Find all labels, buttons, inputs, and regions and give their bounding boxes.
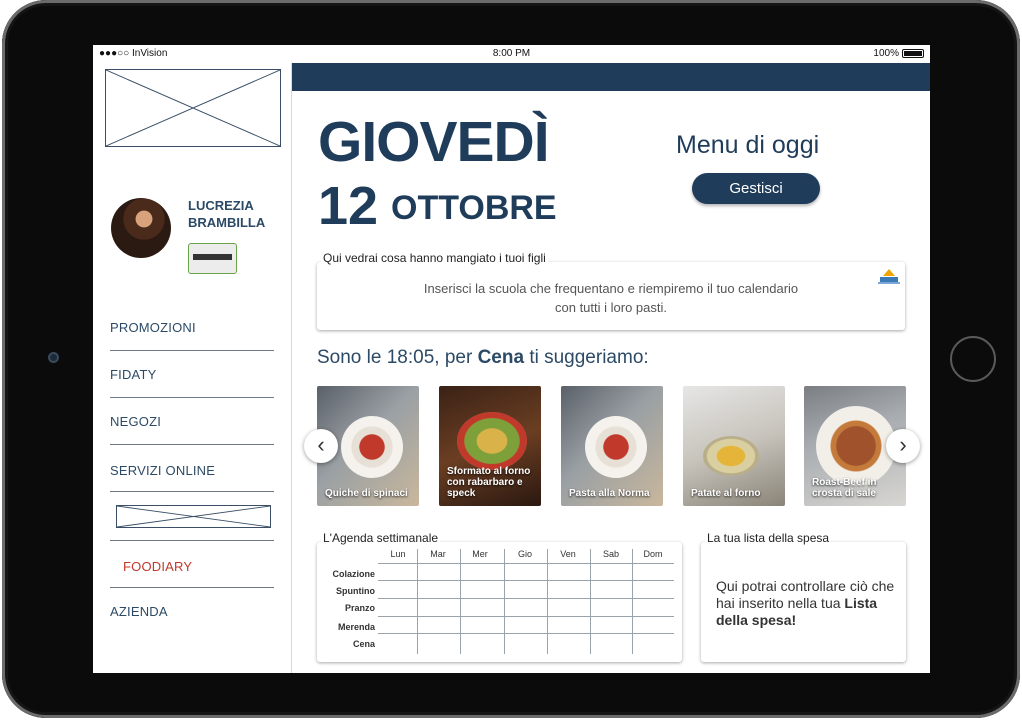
chevron-left-icon: ‹ [317, 432, 325, 457]
loyalty-card-icon[interactable] [188, 243, 237, 274]
kids-info-line1: Inserisci la scuola che frequentano e ri… [423, 281, 799, 296]
grid-line [378, 563, 674, 564]
grid-line [590, 549, 591, 654]
camera-icon [48, 352, 59, 363]
kids-info-box[interactable]: Inserisci la scuola che frequentano e ri… [317, 262, 905, 330]
sidebar-item-foodiary[interactable]: FOODIARY [123, 559, 287, 574]
grid-line [378, 598, 674, 599]
battery-percent: 100% [873, 48, 899, 59]
kids-info-line2: con tutti i loro pasti. [555, 300, 667, 315]
divider [110, 491, 274, 492]
recipe-name: Quiche di spinaci [325, 488, 408, 499]
grid-line [547, 549, 548, 654]
recipe-card[interactable]: Sformato al forno con rabarbaro e speck [439, 386, 541, 506]
divider [110, 587, 274, 588]
recipe-name: Roast-Beef in crosta di sale [812, 477, 877, 499]
agenda-meal: Spuntino [336, 586, 375, 596]
clock-label: 8:00 PM [492, 48, 531, 59]
food-photo [703, 436, 759, 476]
main-content: GIOVEDÌ 12 OTTOBRE Menu di oggi Gestisci… [292, 91, 930, 673]
food-photo [585, 416, 647, 478]
food-photo [816, 406, 896, 486]
shopping-list-box[interactable]: Qui potrai controllare ciò che hai inser… [701, 542, 906, 662]
grid-line [378, 616, 674, 617]
grid-line [417, 549, 418, 654]
sidebar-item-negozi[interactable]: NEGOZI [110, 414, 274, 429]
sidebar: LUCREZIA BRAMBILLA PROMOZIONI FIDATY NEG… [93, 63, 292, 673]
status-bar: ●●●○○ InVision 8:00 PM 100% [93, 45, 930, 63]
recipe-card[interactable]: Patate al forno [683, 386, 785, 506]
carousel-prev-button[interactable]: ‹ [304, 429, 338, 463]
suggestion-meal: Cena [477, 347, 525, 368]
home-button[interactable] [950, 336, 996, 382]
user-name: LUCREZIA BRAMBILLA [188, 198, 266, 230]
grid-line [504, 549, 505, 654]
carousel-next-button[interactable]: › [886, 429, 920, 463]
recipe-name: Sformato al forno con rabarbaro e speck [447, 466, 531, 499]
agenda-day: Gio [517, 549, 532, 559]
suggestion-text: Sono le 18:05, per Cena ti suggeriamo: [317, 347, 649, 369]
suggestion-prefix: Sono le 18:05, per [317, 347, 478, 368]
agenda-meal: Colazione [332, 569, 375, 579]
grid-line [378, 580, 674, 581]
grid-line [460, 549, 461, 654]
shopping-list-title: La tua lista della spesa [705, 531, 832, 545]
school-icon [878, 269, 900, 284]
agenda-day: Mer [472, 549, 488, 559]
divider [110, 397, 274, 398]
agenda-title: L'Agenda settimanale [321, 531, 441, 545]
sidebar-item-servizi-online[interactable]: SERVIZI ONLINE [110, 463, 274, 478]
shopping-list-text: Qui potrai controllare ciò che hai inser… [716, 578, 901, 629]
sidebar-item-promozioni[interactable]: PROMOZIONI [110, 320, 274, 335]
recipe-card[interactable]: Pasta alla Norma [561, 386, 663, 506]
agenda-meal: Cena [352, 639, 375, 649]
menu-title: Menu di oggi [676, 131, 820, 159]
recipe-name: Pasta alla Norma [569, 488, 650, 499]
battery-icon [902, 49, 924, 58]
day-title: GIOVEDÌ [318, 110, 550, 174]
top-bar [292, 63, 930, 91]
date-number: 12 [318, 176, 379, 236]
agenda-day: Ven [560, 549, 576, 559]
manage-button[interactable]: Gestisci [692, 173, 820, 204]
agenda-day: Dom [643, 549, 663, 559]
chevron-right-icon: › [899, 432, 907, 457]
banner-placeholder[interactable] [116, 505, 271, 528]
battery-indicator: 100% [873, 48, 924, 59]
sidebar-item-fidaty[interactable]: FIDATY [110, 367, 274, 382]
screen: ●●●○○ InVision 8:00 PM 100% LUCREZIA BRA… [93, 45, 930, 673]
kids-info-text: Inserisci la scuola che frequentano e ri… [317, 279, 905, 317]
logo-placeholder [105, 69, 281, 147]
grid-line [378, 633, 674, 634]
agenda-day: Lun [390, 549, 406, 559]
divider [110, 540, 274, 541]
divider [110, 350, 274, 351]
agenda-day: Sab [602, 549, 619, 559]
food-photo [341, 416, 403, 478]
suggestion-suffix: ti suggeriamo: [524, 347, 649, 368]
kids-info-label: Qui vedrai cosa hanno mangiato i tuoi fi… [321, 251, 548, 265]
sidebar-item-azienda[interactable]: AZIENDA [110, 604, 274, 619]
weekly-agenda[interactable]: Lun Mar Mer Gio Ven Sab Dom Colazione Sp… [317, 542, 682, 662]
recipe-name: Patate al forno [691, 488, 761, 499]
agenda-meal: Merenda [337, 622, 375, 632]
grid-line [632, 549, 633, 654]
avatar[interactable] [111, 198, 171, 258]
date-month: OTTOBRE [391, 189, 557, 227]
divider [110, 444, 274, 445]
food-photo [457, 412, 527, 470]
agenda-meal: Pranzo [344, 603, 375, 613]
agenda-day: Mar [430, 549, 446, 559]
